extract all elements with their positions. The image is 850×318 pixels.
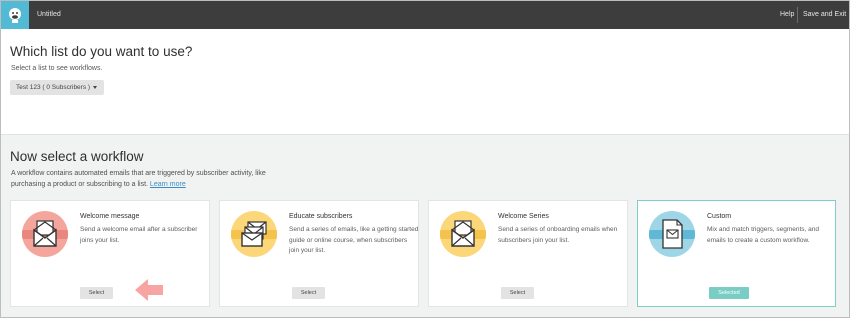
card-description: Send a series of onboarding emails when … — [498, 226, 618, 244]
mailchimp-logo[interactable] — [1, 1, 29, 29]
workflow-description-text: A workflow contains automated emails tha… — [11, 170, 266, 188]
workflow-card-welcome-message[interactable]: Welcome message Send a welcome email aft… — [10, 200, 210, 307]
monkey-logo-icon — [9, 8, 21, 23]
stacked-envelopes-icon — [241, 221, 267, 247]
workflow-description: A workflow contains automated emails tha… — [11, 169, 291, 190]
educate-subscribers-illustration — [231, 211, 277, 257]
envelope-open-icon — [33, 220, 57, 247]
list-dropdown[interactable]: Test 123 ( 0 Subscribers ) — [10, 80, 104, 95]
custom-illustration — [649, 211, 695, 257]
workflow-card-welcome-series[interactable]: Welcome Series Send a series of onboardi… — [428, 200, 628, 307]
app-frame: Untitled Help Save and Exit Which list d… — [0, 0, 850, 318]
select-button[interactable]: Select — [501, 287, 534, 299]
custom-document-icon — [662, 219, 683, 249]
pointer-arrow-icon — [135, 279, 163, 301]
workflow-card-custom[interactable]: Custom Mix and match triggers, segments,… — [637, 200, 836, 307]
chevron-down-icon — [93, 86, 97, 89]
list-heading: Which list do you want to use? — [10, 44, 193, 59]
card-title: Custom — [707, 213, 732, 220]
envelope-open-icon — [451, 220, 475, 247]
workflow-card-educate-subscribers[interactable]: Educate subscribers Send a series of ema… — [219, 200, 419, 307]
selected-button[interactable]: Selected — [709, 287, 749, 299]
card-description: Mix and match triggers, segments, and em… — [707, 226, 819, 244]
card-description: Send a series of emails, like a getting … — [289, 226, 419, 254]
topbar-divider — [797, 7, 798, 23]
workflow-heading: Now select a workflow — [10, 149, 144, 164]
workflow-section: Now select a workflow A workflow contain… — [1, 135, 849, 317]
top-bar: Untitled Help Save and Exit — [1, 1, 849, 29]
welcome-message-illustration — [22, 211, 68, 257]
list-subtext: Select a list to see workflows. — [11, 65, 103, 72]
card-description: Send a welcome email after a subscriber … — [80, 226, 198, 244]
learn-more-link[interactable]: Learn more — [150, 181, 186, 188]
list-selection-section: Which list do you want to use? Select a … — [1, 29, 849, 135]
list-dropdown-value: Test 123 ( 0 Subscribers ) — [16, 84, 91, 91]
help-link[interactable]: Help — [780, 1, 794, 29]
card-title: Educate subscribers — [289, 213, 353, 220]
campaign-title: Untitled — [37, 11, 61, 18]
select-button[interactable]: Select — [292, 287, 325, 299]
save-and-exit-label: Save and Exit — [803, 11, 847, 18]
card-title: Welcome message — [80, 213, 140, 220]
card-title: Welcome Series — [498, 213, 549, 220]
welcome-series-illustration — [440, 211, 486, 257]
save-and-exit-menu[interactable]: Save and Exit — [803, 1, 849, 29]
select-button[interactable]: Select — [80, 287, 113, 299]
